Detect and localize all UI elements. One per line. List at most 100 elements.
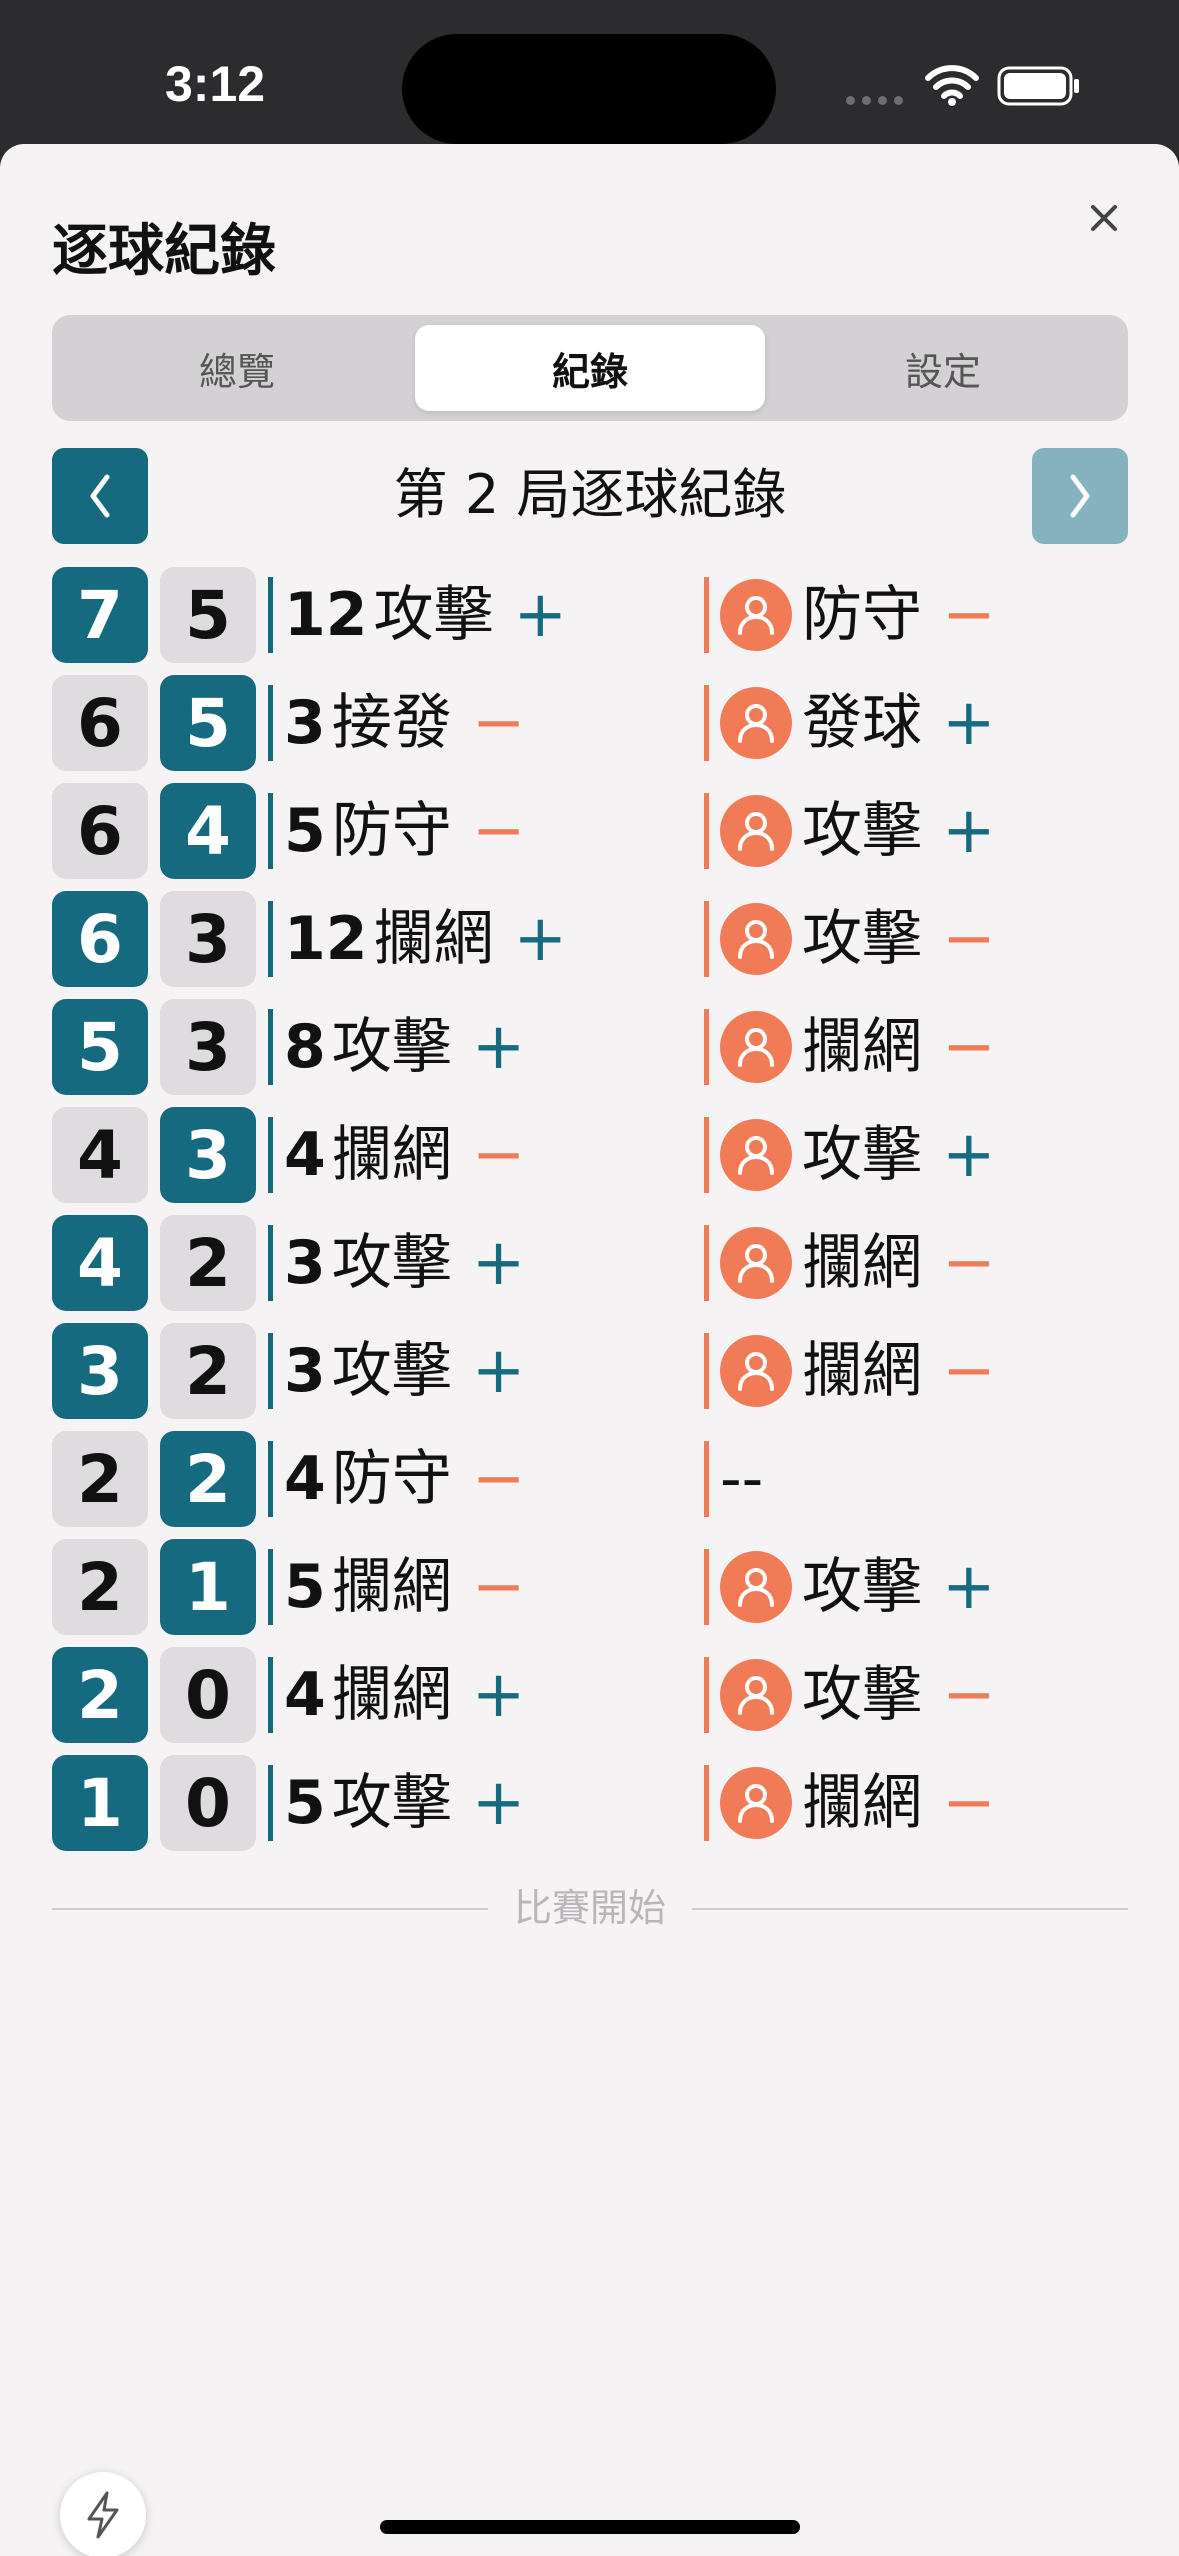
- opponent-divider: [704, 793, 709, 869]
- team-divider: [268, 793, 273, 869]
- quick-action-button[interactable]: [60, 2472, 146, 2556]
- our-play: 5 攻擊 +: [284, 1753, 525, 1853]
- opponent-result-sign: −: [942, 1766, 996, 1840]
- opponent-play: --: [720, 1429, 763, 1529]
- opponent-avatar: [720, 1659, 792, 1731]
- our-play: 5 攔網 −: [284, 1537, 525, 1637]
- opponent-avatar: [720, 1551, 792, 1623]
- play-type: 防守: [331, 1444, 452, 1514]
- opponent-play-type: 攻擊: [802, 1552, 922, 1622]
- opponent-play: 攻擊 −: [720, 1645, 996, 1745]
- rally-log-sheet: 逐球紀錄 總覽 紀錄 設定 第 2 局逐球紀錄 7 5 12 攻擊 + 防守 −6 5 3 接發 −…: [0, 144, 1179, 2556]
- home-score-badge: 4: [52, 1107, 148, 1203]
- result-sign: −: [471, 686, 526, 760]
- opponent-play: 攔網 −: [720, 1753, 996, 1853]
- opponent-divider: [704, 1333, 709, 1409]
- opponent-result-sign: −: [942, 1334, 996, 1408]
- away-score-badge: 3: [160, 999, 256, 1095]
- opponent-divider: [704, 1441, 709, 1517]
- our-play: 12 攔網 +: [284, 889, 567, 989]
- opponent-avatar: [720, 795, 792, 867]
- wifi-icon: [925, 65, 979, 106]
- play-type: 防守: [331, 796, 452, 866]
- rally-row[interactable]: 2 1 5 攔網 − 攻擊 +: [52, 1537, 1128, 1645]
- rally-row[interactable]: 5 3 8 攻擊 + 攔網 −: [52, 997, 1128, 1105]
- opponent-play: 攔網 −: [720, 1321, 996, 1421]
- rally-row[interactable]: 6 3 12 攔網 + 攻擊 −: [52, 889, 1128, 997]
- rally-row[interactable]: 3 2 3 攻擊 + 攔網 −: [52, 1321, 1128, 1429]
- match-start-label: 比賽開始: [487, 1886, 692, 1930]
- rally-row[interactable]: 7 5 12 攻擊 + 防守 −: [52, 565, 1128, 673]
- opponent-play-type: 攔網: [802, 1768, 922, 1838]
- opponent-result-sign: −: [942, 1010, 996, 1084]
- next-set-button[interactable]: [1032, 448, 1128, 544]
- status-time: 3:12: [165, 56, 266, 112]
- rally-row[interactable]: 4 2 3 攻擊 + 攔網 −: [52, 1213, 1128, 1321]
- result-sign: −: [471, 794, 526, 868]
- team-divider: [268, 1549, 273, 1625]
- player-number: 3: [284, 1336, 326, 1406]
- home-score-badge: 6: [52, 891, 148, 987]
- play-type: 攔網: [331, 1120, 452, 1190]
- result-sign: +: [513, 578, 568, 652]
- opponent-result-sign: +: [942, 1550, 996, 1624]
- tab-settings[interactable]: 設定: [768, 325, 1118, 411]
- opponent-play: 攻擊 +: [720, 1537, 996, 1637]
- chevron-right-icon: [1070, 474, 1090, 518]
- result-sign: −: [471, 1118, 526, 1192]
- opponent-result-sign: −: [942, 578, 996, 652]
- person-icon: [738, 1352, 774, 1391]
- our-play: 3 攻擊 +: [284, 1321, 525, 1421]
- home-indicator: [380, 2520, 800, 2534]
- opponent-result-sign: +: [942, 794, 996, 868]
- close-icon[interactable]: [1082, 196, 1126, 240]
- chevron-left-icon: [90, 474, 110, 518]
- opponent-divider: [704, 1225, 709, 1301]
- result-sign: +: [513, 902, 568, 976]
- play-type: 攻擊: [331, 1228, 452, 1298]
- result-sign: −: [471, 1550, 526, 1624]
- opponent-play-type: 攻擊: [802, 904, 922, 974]
- dynamic-island: [402, 34, 776, 144]
- away-score-badge: 4: [160, 783, 256, 879]
- rally-row[interactable]: 1 0 5 攻擊 + 攔網 −: [52, 1753, 1128, 1861]
- play-type: 攻擊: [331, 1012, 452, 1082]
- rally-row[interactable]: 4 3 4 攔網 − 攻擊 +: [52, 1105, 1128, 1213]
- opponent-play-type: 防守: [802, 580, 922, 650]
- lightning-icon: [87, 2491, 119, 2539]
- away-score-badge: 1: [160, 1539, 256, 1635]
- away-score-badge: 3: [160, 1107, 256, 1203]
- player-number: 4: [284, 1660, 326, 1730]
- rally-row[interactable]: 6 4 5 防守 − 攻擊 +: [52, 781, 1128, 889]
- opponent-divider: [704, 1765, 709, 1841]
- opponent-result-sign: −: [942, 1658, 996, 1732]
- battery-icon: [997, 66, 1079, 106]
- opponent-avatar: [720, 903, 792, 975]
- rally-list: 7 5 12 攻擊 + 防守 −6 5 3 接發 − 發球 +6 4 5 防守 − 攻擊 +6 3 12 攔網 + 攻擊 −5 3…: [52, 565, 1128, 1861]
- tab-overview[interactable]: 總覽: [62, 325, 412, 411]
- home-score-badge: 6: [52, 675, 148, 771]
- status-bar: 3:12: [0, 0, 1179, 150]
- team-divider: [268, 1009, 273, 1085]
- result-sign: +: [471, 1010, 526, 1084]
- play-type: 接發: [331, 688, 452, 758]
- rally-row[interactable]: 2 0 4 攔網 + 攻擊 −: [52, 1645, 1128, 1753]
- result-sign: +: [471, 1226, 526, 1300]
- opponent-play-type: 攻擊: [802, 1120, 922, 1190]
- opponent-result-sign: −: [942, 1226, 996, 1300]
- opponent-play-type: 發球: [802, 688, 922, 758]
- our-play: 3 接發 −: [284, 673, 525, 773]
- away-score-badge: 2: [160, 1431, 256, 1527]
- team-divider: [268, 1657, 273, 1733]
- player-number: 3: [284, 688, 326, 758]
- opponent-play-type: 攻擊: [802, 796, 922, 866]
- our-play: 4 防守 −: [284, 1429, 525, 1529]
- opponent-avatar: [720, 1227, 792, 1299]
- tab-records[interactable]: 紀錄: [415, 325, 765, 411]
- prev-set-button[interactable]: [52, 448, 148, 544]
- rally-row[interactable]: 2 2 4 防守 − --: [52, 1429, 1128, 1537]
- home-score-badge: 3: [52, 1323, 148, 1419]
- player-number: 12: [284, 580, 368, 650]
- rally-row[interactable]: 6 5 3 接發 − 發球 +: [52, 673, 1128, 781]
- home-score-badge: 7: [52, 567, 148, 663]
